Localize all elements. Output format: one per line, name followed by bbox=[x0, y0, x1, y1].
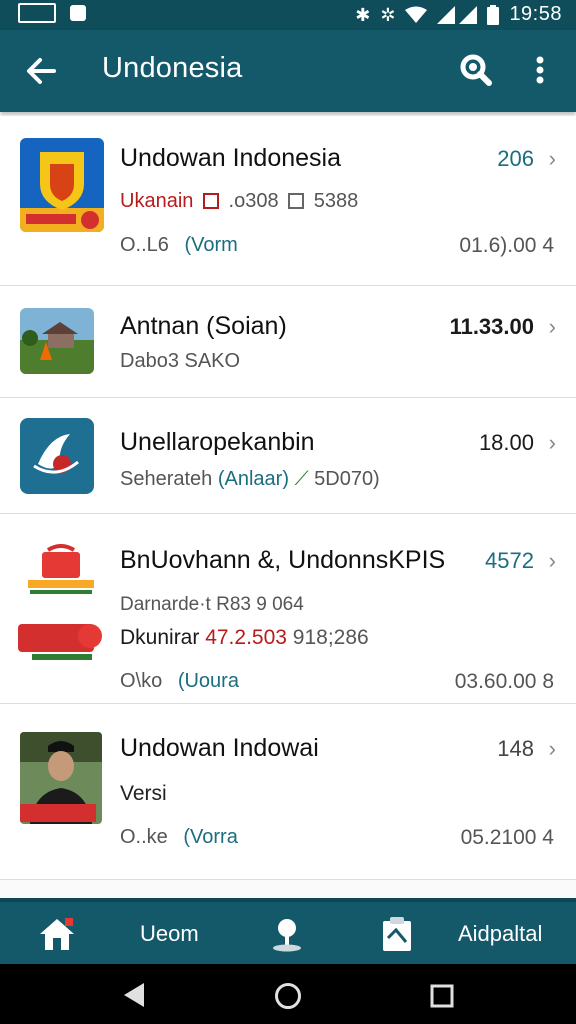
chevron-right-icon: › bbox=[548, 548, 556, 573]
recents-square-icon[interactable] bbox=[430, 984, 454, 1013]
item-meta-link[interactable]: (Vorm bbox=[184, 234, 237, 256]
temple-photo-icon bbox=[20, 308, 94, 374]
item-value: 206 bbox=[497, 146, 534, 171]
item-title: BnUovhann &, UndonnsKPIS bbox=[120, 546, 446, 574]
gallery-icon bbox=[18, 3, 56, 23]
item-subtitle-rest: 5D070) bbox=[314, 468, 380, 490]
item-meta-link[interactable]: (Vorra bbox=[183, 826, 237, 848]
chevron-right-icon: › bbox=[548, 314, 556, 339]
shopping-bag-app-icon bbox=[18, 544, 104, 662]
item-subtitle-extra: 5388 bbox=[313, 190, 359, 212]
list-item[interactable]: Unellaropekanbin 18.00 › Seherateh (Anla… bbox=[0, 398, 576, 514]
list-item[interactable]: Undowan Indonesia 206 › Ukanain .o308 53… bbox=[0, 116, 576, 286]
nav-ueom[interactable]: Ueom bbox=[140, 914, 199, 954]
item-meta-right: 05.2100 4 bbox=[460, 826, 554, 849]
nav-home[interactable] bbox=[38, 914, 76, 954]
nav-label: Aidpaltal bbox=[458, 921, 543, 946]
back-triangle-icon[interactable] bbox=[122, 982, 146, 1013]
nav-label: Ueom bbox=[140, 921, 199, 946]
nav-clipboard[interactable] bbox=[380, 914, 414, 954]
item-meta: O..ke (Vorra bbox=[120, 826, 238, 849]
item-value: 11.33.00 bbox=[449, 314, 534, 339]
item-meta: O..L6 (Vorm bbox=[120, 234, 238, 257]
item-subtitle: Dabo3 SAKO bbox=[120, 350, 241, 372]
battery-icon bbox=[487, 4, 500, 25]
status-time: 19:58 bbox=[509, 3, 562, 25]
status-bar: ✱ ✲ 19:58 bbox=[0, 0, 576, 30]
item-meta: O\ko (Uoura bbox=[120, 670, 239, 693]
item-meta-link[interactable]: (Uoura bbox=[178, 670, 239, 692]
signal-icon bbox=[437, 5, 478, 24]
clipboard-icon bbox=[383, 917, 411, 951]
item-meta-right: 03.60.00 8 bbox=[454, 670, 554, 693]
bottom-nav: Ueom Aidpaltal bbox=[0, 898, 576, 964]
calendar-icon bbox=[202, 193, 219, 209]
item-value: 148 bbox=[497, 736, 534, 761]
page-title: Undonesia bbox=[102, 52, 243, 84]
item-value: 18.00 bbox=[478, 430, 534, 455]
item-value: 4572 bbox=[485, 548, 534, 573]
pin-icon bbox=[273, 919, 301, 952]
more-vert-icon[interactable] bbox=[524, 50, 556, 90]
chevron-right-icon: › bbox=[548, 736, 556, 761]
item-title: Unellaropekanbin bbox=[120, 428, 315, 456]
item-detail-rest: 918;286 bbox=[292, 626, 369, 649]
drop-app-icon bbox=[20, 418, 94, 494]
bluetooth-icon: ✱ bbox=[355, 4, 371, 25]
item-subtitle: Seherateh (Anlaar) ⟋ 5D070) bbox=[120, 468, 380, 491]
search-icon[interactable] bbox=[456, 50, 496, 90]
home-icon bbox=[40, 918, 74, 950]
item-subtitle-left: Seherateh bbox=[120, 468, 213, 490]
avatar bbox=[20, 732, 102, 824]
item-detail: Dkunirar 47.2.503 918;286 bbox=[120, 626, 369, 650]
chevron-right-icon: › bbox=[548, 430, 556, 455]
item-subtitle-code: .o308 bbox=[228, 190, 279, 212]
list-item[interactable]: BnUovhann &, UndonnsKPIS 4572 › Darnarde… bbox=[0, 514, 576, 704]
item-detail-label: Dkunirar bbox=[120, 626, 200, 649]
item-detail-price: 47.2.503 bbox=[205, 626, 287, 649]
item-meta-left: O..L6 bbox=[120, 234, 169, 256]
item-meta-left: O\ko bbox=[120, 670, 163, 692]
nfc-icon: ✲ bbox=[380, 4, 396, 25]
item-subtitle-red: Ukanain bbox=[120, 190, 194, 212]
home-circle-icon[interactable] bbox=[274, 982, 302, 1015]
item-title: Antnan (Soian) bbox=[120, 312, 287, 340]
wifi-icon bbox=[405, 6, 428, 23]
item-meta-right: 01.6).00 4 bbox=[459, 234, 554, 257]
chevron-right-icon: › bbox=[548, 146, 556, 171]
item-subtitle: Versi bbox=[120, 782, 167, 805]
item-subtitle: Ukanain .o308 5388 bbox=[120, 190, 358, 213]
tag-icon: ⟋ bbox=[294, 468, 309, 490]
result-list: Undowan Indonesia 206 › Ukanain .o308 53… bbox=[0, 116, 576, 898]
item-title: Undowan Indonesia bbox=[120, 144, 341, 172]
nav-location[interactable] bbox=[270, 914, 304, 954]
list-icon bbox=[288, 193, 305, 209]
list-item[interactable]: Undowan Indowai 148 › Versi O..ke (Vorra… bbox=[0, 704, 576, 880]
back-arrow-icon[interactable] bbox=[20, 50, 62, 92]
message-icon bbox=[70, 5, 86, 21]
item-meta-left: O..ke bbox=[120, 826, 168, 848]
shield-app-icon bbox=[20, 138, 104, 232]
list-item[interactable]: Antnan (Soian) 11.33.00 › Dabo3 SAKO bbox=[0, 286, 576, 398]
system-nav-bar bbox=[0, 964, 576, 1024]
item-title: Undowan Indowai bbox=[120, 734, 319, 762]
item-subtitle-link[interactable]: (Anlaar) bbox=[218, 468, 289, 490]
item-subtitle: Darnarde·t R83 9 064 bbox=[120, 594, 304, 615]
app-bar: Undonesia bbox=[0, 30, 576, 112]
nav-aidpaltal[interactable]: Aidpaltal bbox=[458, 914, 542, 954]
